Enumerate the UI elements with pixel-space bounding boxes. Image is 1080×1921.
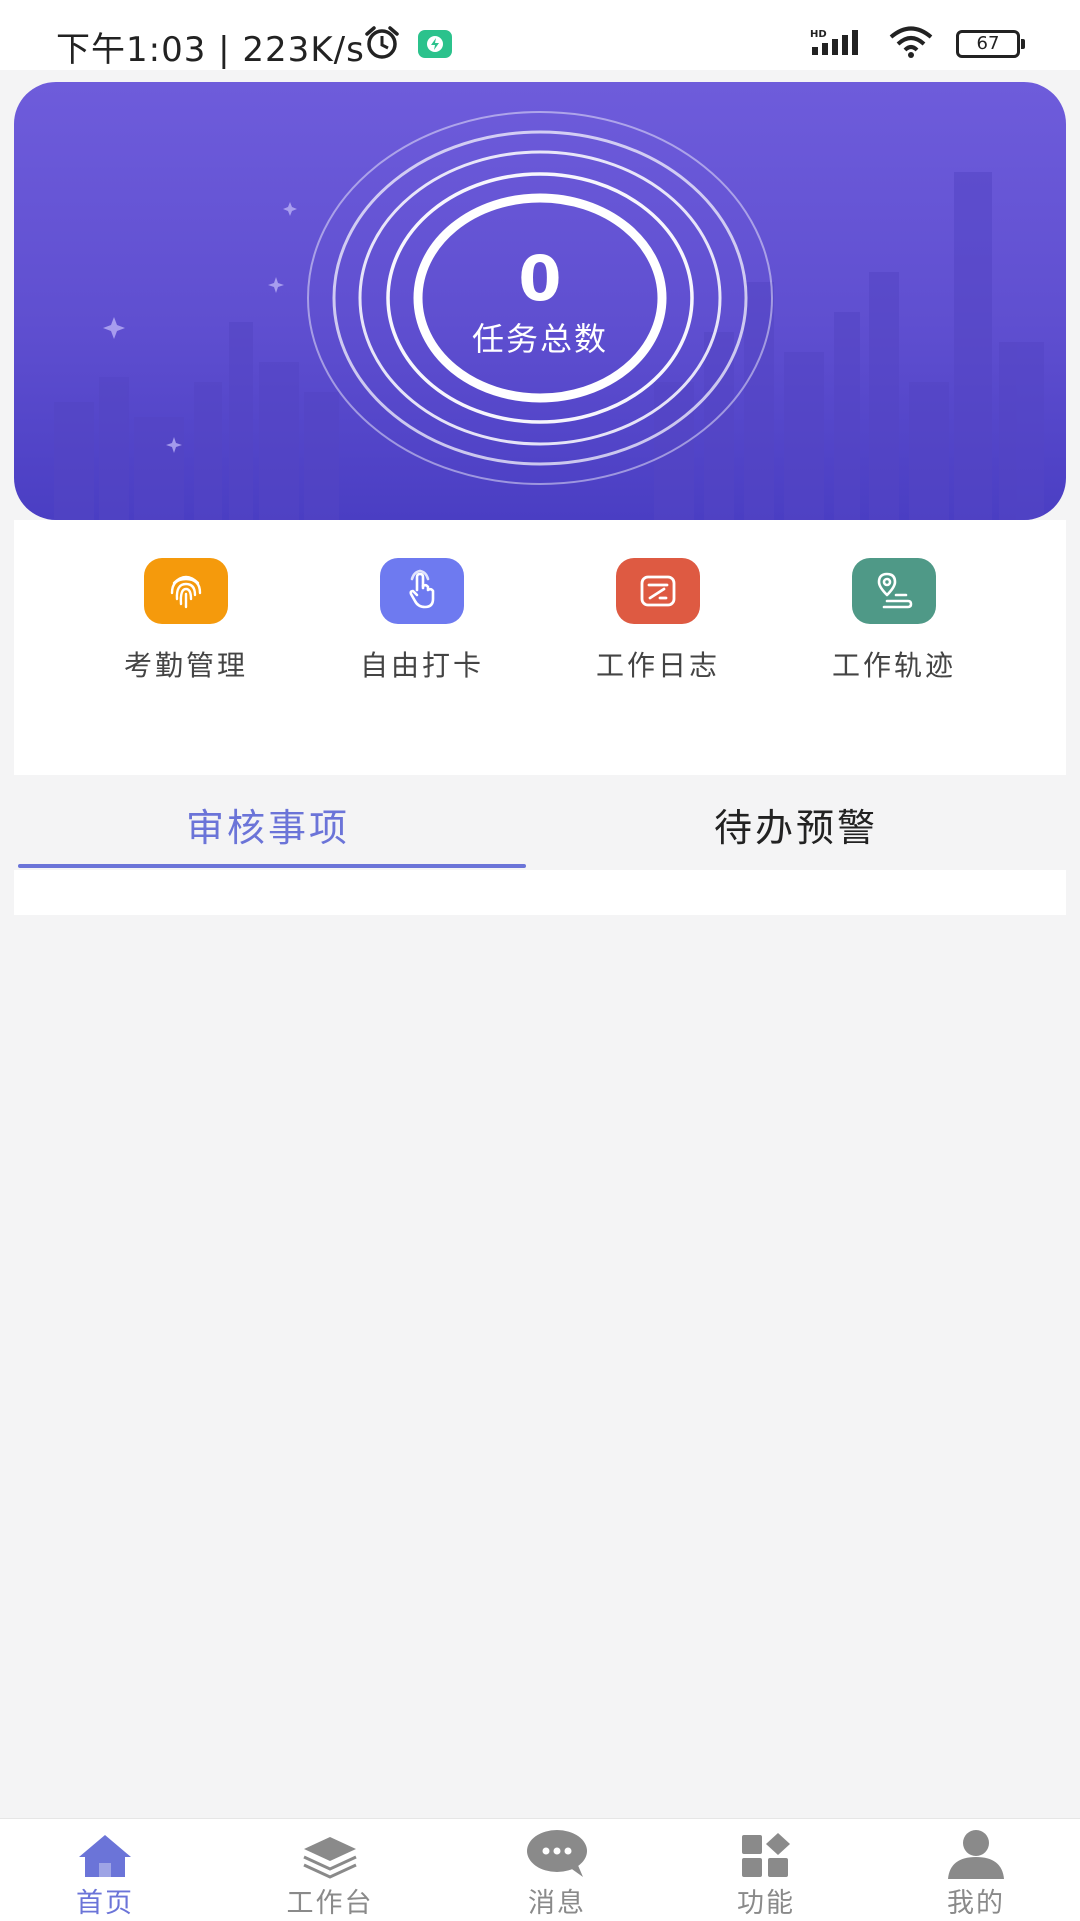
alarm-icon: [362, 24, 402, 64]
quick-item-work-track[interactable]: 工作轨迹: [784, 558, 1004, 684]
tab-active-indicator: [18, 864, 526, 868]
quick-menu: 考勤管理 自由打卡 工作日志 工作轨迹: [14, 520, 1066, 775]
layers-icon: [250, 1831, 410, 1879]
task-count-label: 任务总数: [471, 320, 608, 358]
location-track-icon: [852, 558, 936, 624]
user-icon: [896, 1830, 1056, 1879]
tap-hand-icon: [380, 558, 464, 624]
quick-item-label: 工作轨迹: [831, 649, 956, 682]
network-type: HD: [810, 29, 827, 40]
nav-label: 功能: [737, 1888, 795, 1919]
nav-label: 我的: [947, 1888, 1005, 1919]
status-bar: 下午1:03 | 223K/s HD 67: [0, 0, 1080, 70]
bottom-nav: 首页 工作台 消息 功能 我的: [0, 1818, 1080, 1921]
message-icon: [477, 1830, 637, 1879]
tab-todo-alerts[interactable]: 待办预警: [542, 797, 1050, 852]
nav-item-profile[interactable]: 我的: [896, 1830, 1056, 1920]
quick-item-attendance[interactable]: 考勤管理: [76, 558, 296, 684]
fingerprint-icon: [144, 558, 228, 624]
nav-item-workbench[interactable]: 工作台: [250, 1831, 410, 1920]
nav-label: 首页: [76, 1888, 134, 1919]
nav-item-home[interactable]: 首页: [25, 1831, 185, 1920]
nav-item-functions[interactable]: 功能: [686, 1831, 846, 1920]
tab-review-items[interactable]: 审核事项: [14, 797, 522, 852]
app-notification-icon: [418, 30, 452, 62]
battery-indicator: 67: [956, 30, 1025, 58]
quick-item-label: 自由打卡: [359, 649, 484, 682]
signal-icon: HD: [810, 27, 866, 61]
status-time: 下午1:03 | 223K/s: [56, 30, 365, 70]
quick-item-label: 工作日志: [595, 649, 720, 682]
task-count-value: 0: [518, 242, 562, 315]
quick-item-label: 考勤管理: [123, 649, 248, 682]
nav-label: 工作台: [286, 1888, 374, 1919]
task-banner: 0 任务总数: [14, 82, 1066, 520]
status-indicators: HD 67: [810, 26, 1025, 62]
tab-bar: 审核事项 待办预警: [14, 775, 1066, 870]
tab-content-panel: [14, 870, 1066, 915]
grid-icon: [686, 1831, 846, 1879]
quick-item-free-checkin[interactable]: 自由打卡: [312, 558, 532, 684]
nav-label: 消息: [528, 1888, 586, 1919]
home-icon: [25, 1831, 185, 1879]
nav-item-messages[interactable]: 消息: [477, 1830, 637, 1920]
quick-item-work-log[interactable]: 工作日志: [548, 558, 768, 684]
edit-log-icon: [616, 558, 700, 624]
wifi-icon: [888, 26, 934, 62]
